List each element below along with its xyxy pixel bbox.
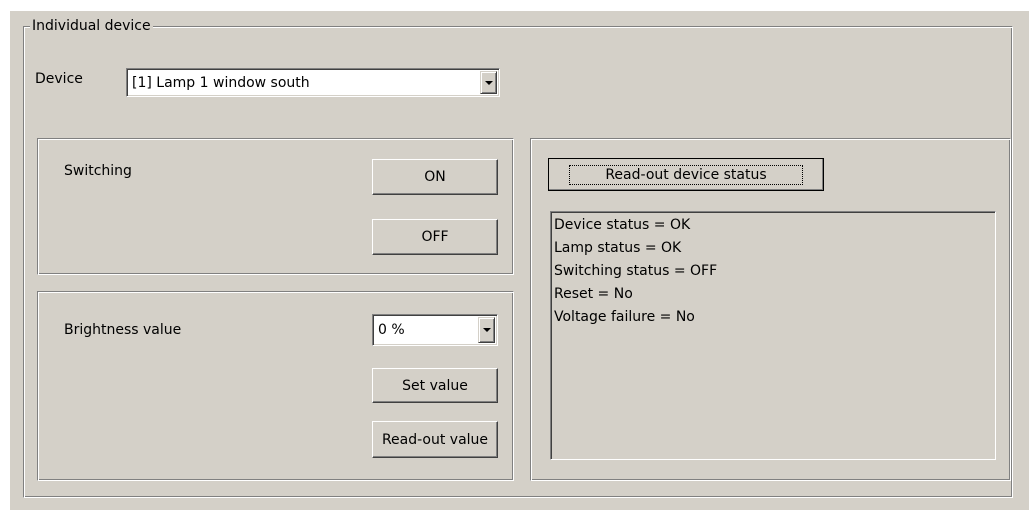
brightness-select[interactable]: 0 % — [372, 314, 498, 346]
on-button[interactable]: ON — [372, 159, 498, 195]
device-select[interactable]: [1] Lamp 1 window south — [126, 68, 500, 97]
dialog-panel: Individual device Device [1] Lamp 1 wind… — [10, 11, 1029, 510]
device-select-value: [1] Lamp 1 window south — [132, 74, 310, 91]
list-item: Device status = OK — [554, 217, 691, 233]
list-item: Voltage failure = No — [554, 309, 695, 325]
list-item: Switching status = OFF — [554, 263, 718, 279]
status-list[interactable]: Device status = OK Lamp status = OK Swit… — [550, 211, 996, 460]
readout-value-button[interactable]: Read-out value — [372, 421, 498, 458]
off-button[interactable]: OFF — [372, 219, 498, 255]
readout-device-status-label: Read-out device status — [569, 164, 803, 185]
readout-device-status-button[interactable]: Read-out device status — [548, 158, 824, 191]
chevron-down-icon[interactable] — [478, 317, 495, 343]
brightness-select-value: 0 % — [378, 322, 405, 338]
group-title: Individual device — [30, 17, 153, 35]
set-value-button[interactable]: Set value — [372, 368, 498, 403]
switching-label: Switching — [64, 163, 132, 179]
list-item: Reset = No — [554, 286, 633, 302]
list-item: Lamp status = OK — [554, 240, 682, 256]
device-label: Device — [35, 71, 83, 87]
brightness-label: Brightness value — [64, 322, 182, 338]
chevron-down-icon[interactable] — [480, 71, 497, 94]
